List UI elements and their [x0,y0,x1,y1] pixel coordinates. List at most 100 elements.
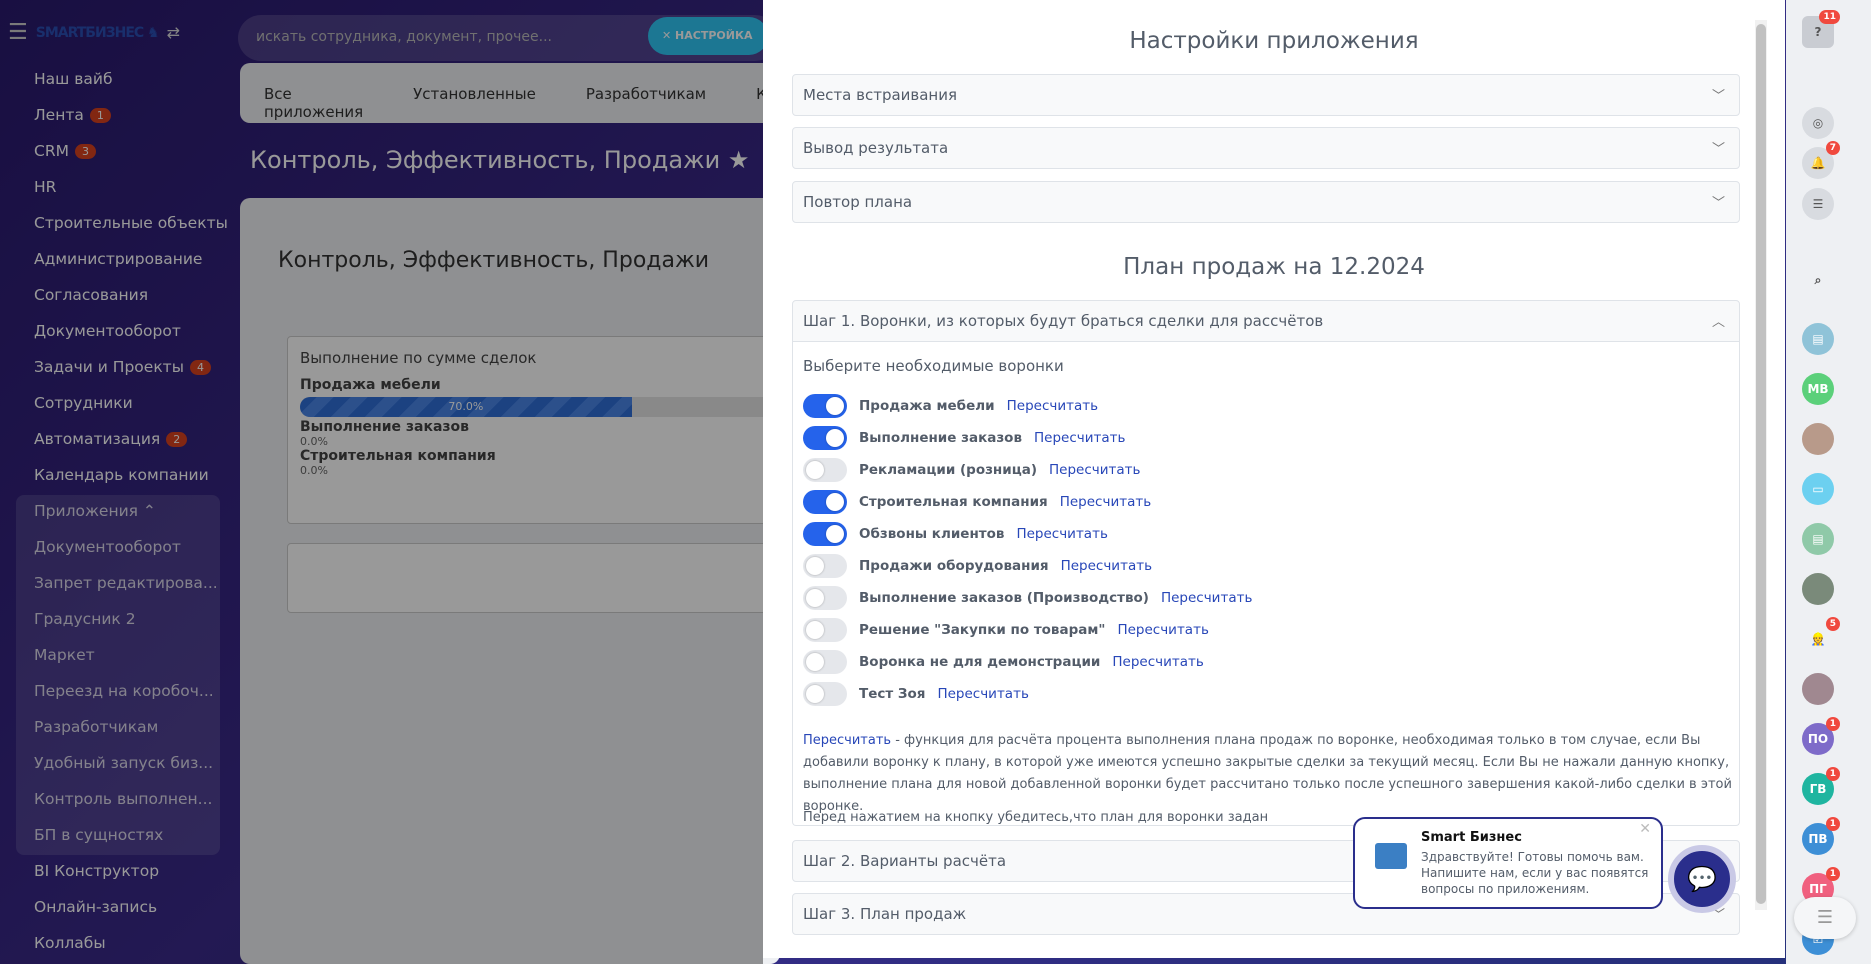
step1-subtitle: Выберите необходимые воронки [803,357,1064,375]
contact-card-icon-label: ▤ [1812,532,1824,546]
modal-overlay[interactable] [0,0,763,964]
funnel-row: Рекламации (розница) Пересчитать [803,458,1140,482]
search-icon[interactable]: ⌕ [1802,264,1834,296]
funnel-row: Продажи оборудования Пересчитать [803,554,1152,578]
funnel-name: Продажи оборудования [859,558,1049,574]
recalc-note: Пересчитать - функция для расчёта процен… [803,730,1733,818]
avatar-gv[interactable]: ГВ 1 [1802,767,1840,805]
messages-icon-label: ☰ [1812,197,1824,211]
accordion-embedding[interactable]: Места встраивания ﹀ [792,74,1740,116]
contact-card-icon[interactable]: ▤ [1802,323,1834,355]
recalc-link[interactable]: Пересчитать [1061,558,1152,574]
copilot-icon[interactable]: ◎ [1802,107,1834,139]
funnel-name: Выполнение заказов [859,430,1023,446]
chat-icon[interactable]: ▭ [1802,473,1834,505]
funnel-toggle[interactable] [803,618,847,642]
chat-button[interactable]: 💬 [1668,845,1736,913]
avatar-po-label: ПО [1807,732,1829,746]
chevron-down-icon: ﹀ [1711,89,1725,104]
funnel-toggle[interactable] [803,394,847,418]
avatar-gv-label: ГВ [1809,782,1827,796]
funnel-toggle[interactable] [803,522,847,546]
accordion-repeat-plan[interactable]: Повтор плана ﹀ [792,181,1740,223]
chevron-down-icon: ﹀ [1711,142,1725,157]
recalc-link[interactable]: Пересчитать [1007,398,1098,414]
chevron-up-icon: ︿ [1711,315,1725,330]
funnel-toggle[interactable] [803,426,847,450]
funnel-toggle[interactable] [803,586,847,610]
notification-badge: 1 [1825,817,1840,831]
bell-icon[interactable]: 🔔 7 [1802,141,1840,179]
step1-body: Выберите необходимые воронки Продажа меб… [792,342,1740,826]
contact-card-icon-label: ▤ [1812,332,1824,346]
avatar-photo[interactable] [1802,673,1834,705]
list-menu-icon[interactable]: ☰ [1794,897,1856,939]
funnel-toggle[interactable] [803,490,847,514]
panel-title: Настройки приложения [1129,28,1419,54]
recalc-link[interactable]: Пересчитать [1060,494,1151,510]
search-icon-label: ⌕ [1814,273,1822,287]
messages-icon[interactable]: ☰ [1802,188,1834,220]
avatar-photo[interactable] [1802,573,1834,605]
recalc-link[interactable]: Пересчитать [937,686,1028,702]
close-icon[interactable]: ✕ [1639,821,1651,837]
funnel-name: Выполнение заказов (Производство) [859,590,1149,606]
accordion-label: Места встраивания [803,86,958,104]
accordion-label: Повтор плана [803,193,913,211]
avatar-pv[interactable]: ПВ 1 [1802,817,1840,855]
funnel-row: Продажа мебели Пересчитать [803,394,1098,418]
copilot-icon-label: ◎ [1812,116,1824,130]
recalc-note-link[interactable]: Пересчитать [803,733,891,748]
recalc-link[interactable]: Пересчитать [1117,622,1208,638]
avatar-mv-label: МВ [1807,382,1829,396]
recalc-warning: Перед нажатием на кнопку убедитесь,что п… [803,810,1269,825]
recalc-link[interactable]: Пересчитать [1016,526,1107,542]
avatar-worker[interactable]: 👷 5 [1802,617,1840,655]
accordion-label: Вывод результата [803,139,949,157]
contact-card-icon[interactable]: ▤ [1802,523,1834,555]
funnel-row: Решение "Закупки по товарам" Пересчитать [803,618,1209,642]
funnel-toggle[interactable] [803,682,847,706]
avatar-pg-label: ПГ [1809,882,1827,896]
recalc-link[interactable]: Пересчитать [1049,462,1140,478]
notification-badge: 11 [1819,10,1840,24]
recalc-link[interactable]: Пересчитать [1034,430,1125,446]
funnel-name: Решение "Закупки по товарам" [859,622,1106,638]
avatar-po[interactable]: ПО 1 [1802,717,1840,755]
funnel-row: Строительная компания Пересчитать [803,490,1151,514]
bell-icon-label: 🔔 [1810,156,1826,170]
help-icon[interactable]: ? 11 [1802,10,1840,48]
chat-bubbles-icon: 💬 [1687,865,1717,893]
notification-badge: 1 [1825,717,1840,731]
recalc-note-text: - функция для расчёта процента выполнени… [803,733,1732,814]
funnel-toggle[interactable] [803,554,847,578]
avatar-mv[interactable]: МВ [1802,373,1834,405]
chevron-down-icon: ﹀ [1711,196,1725,211]
funnel-toggle[interactable] [803,458,847,482]
help-icon-label: ? [1814,25,1822,39]
funnel-name: Строительная компания [859,494,1048,510]
recalc-link[interactable]: Пересчитать [1112,654,1203,670]
chat-title: Smart Бизнес [1421,830,1522,845]
avatar-worker-label: 👷 [1810,632,1826,646]
funnel-name: Обзвоны клиентов [859,526,1005,542]
settings-panel: Настройки приложения Места встраивания ﹀ … [763,0,1785,958]
chat-message: Здравствуйте! Готовы помочь вам. Напишит… [1421,850,1649,896]
accordion-step1[interactable]: Шаг 1. Воронки, из которых будут браться… [792,300,1740,342]
funnel-toggle[interactable] [803,650,847,674]
background-page: ☰ SMARTБИЗНЕС ♞ ⇄ Наш вайб Лента 1 CRM 3 HR Стро… [0,0,787,964]
plan-title: План продаж на 12.2024 [1123,254,1425,280]
accordion-label: Шаг 2. Варианты расчёта [803,852,1007,870]
scrollbar-thumb[interactable] [1756,24,1766,904]
chat-icon-label: ▭ [1812,482,1824,496]
panel-scrollbar[interactable] [1755,20,1767,910]
accordion-label: Шаг 1. Воронки, из которых будут браться… [803,312,1324,330]
funnel-name: Тест Зоя [859,686,926,702]
recalc-link[interactable]: Пересчитать [1161,590,1252,606]
right-bar: ?11◎🔔7☰⌕▤МВ▭▤👷5ПО1ГВ1ПВ1ПГ1☑2 ☰ [1786,0,1871,964]
funnel-row: Тест Зоя Пересчитать [803,682,1029,706]
avatar-photo[interactable] [1802,423,1834,455]
funnel-row: Обзвоны клиентов Пересчитать [803,522,1108,546]
notification-badge: 5 [1825,617,1840,631]
accordion-output[interactable]: Вывод результата ﹀ [792,127,1740,169]
